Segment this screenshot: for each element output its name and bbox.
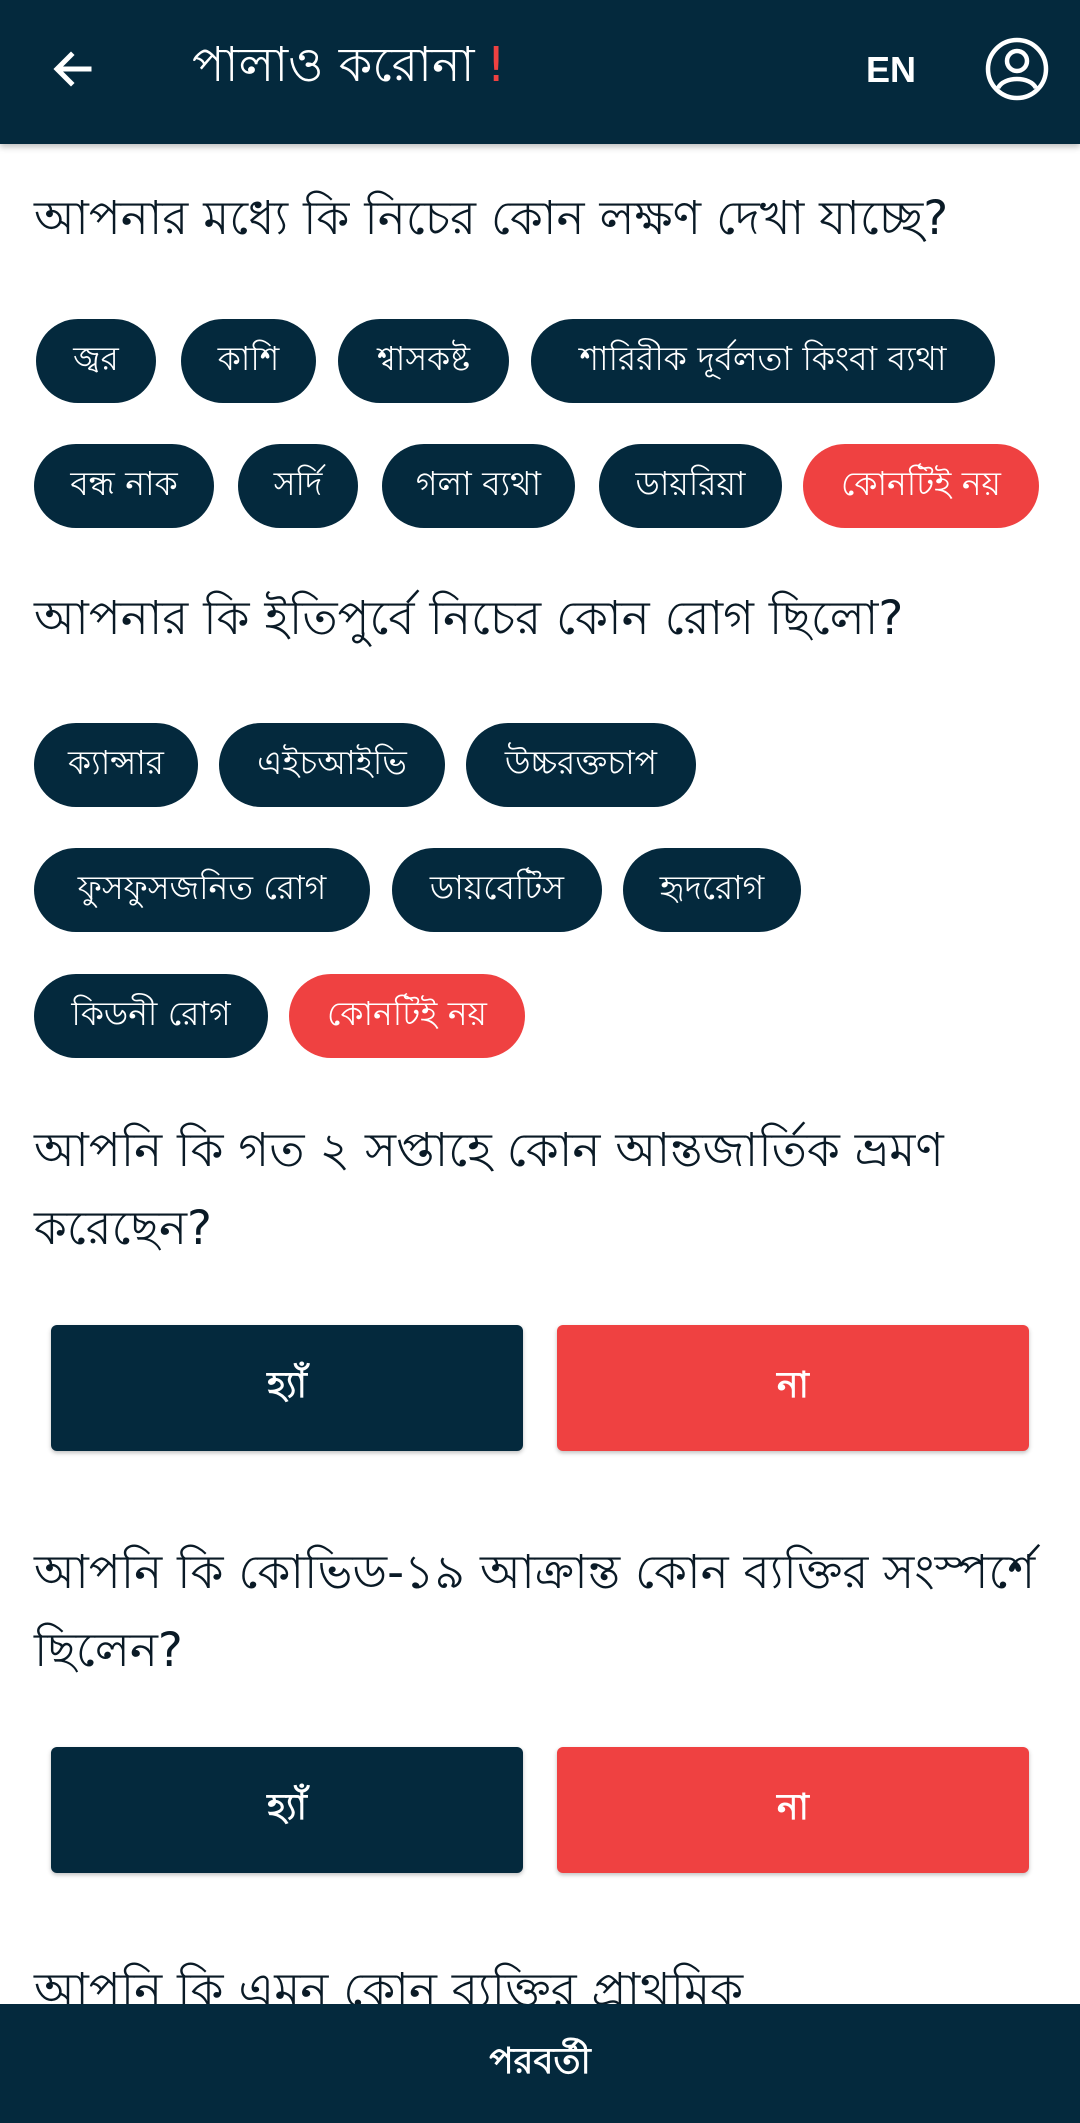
contact-no-button[interactable]: না bbox=[557, 1747, 1029, 1873]
chip-cough[interactable]: কাশি bbox=[181, 319, 316, 403]
app-title: পালাও করোনা! bbox=[192, 30, 506, 100]
travel-yes-button[interactable]: হ্যাঁ bbox=[51, 1325, 523, 1451]
chip-sore-throat[interactable]: গলা ব্যথা bbox=[382, 444, 575, 528]
chip-weakness[interactable]: শারিরীক দূর্বলতা কিংবা ব্যথা bbox=[531, 319, 995, 403]
next-button[interactable]: পরবর্তী bbox=[0, 2004, 1080, 2123]
chip-hiv[interactable]: এইচআইভি bbox=[219, 723, 445, 807]
app-title-text: পালাও করোনা bbox=[192, 37, 475, 93]
chip-fever[interactable]: জ্বর bbox=[36, 319, 156, 403]
app-bar: পালাও করোনা! EN bbox=[0, 0, 1080, 144]
chip-cancer[interactable]: ক্যান্সার bbox=[34, 723, 198, 807]
chip-kidney-disease[interactable]: কিডনী রোগ bbox=[34, 974, 268, 1058]
chip-cold[interactable]: সর্দি bbox=[238, 444, 358, 528]
question-primary-contact: আপনি কি এমন কোন ব্যক্তির প্রাথমিক bbox=[34, 1963, 744, 2004]
chip-stuffy-nose[interactable]: বন্ধ নাক bbox=[34, 444, 214, 528]
account-circle-icon bbox=[985, 37, 1049, 101]
question-contact: আপনি কি কোভিড-১৯ আক্রান্ত কোন ব্যক্তির স… bbox=[34, 1545, 1036, 1678]
chip-lung-disease[interactable]: ফুসফুসজনিত রোগ bbox=[34, 848, 370, 932]
app-title-mark: ! bbox=[486, 37, 506, 93]
question-symptoms: আপনার মধ্যে কি নিচের কোন লক্ষণ দেখা যাচ্… bbox=[34, 191, 949, 246]
question-travel: আপনি কি গত ২ সপ্তাহে কোন আন্তজার্তিক ভ্র… bbox=[34, 1123, 944, 1256]
back-button[interactable] bbox=[40, 34, 106, 104]
chip-hypertension[interactable]: উচ্চরক্তচাপ bbox=[466, 723, 696, 807]
travel-no-button[interactable]: না bbox=[557, 1325, 1029, 1451]
questionnaire[interactable]: আপনার মধ্যে কি নিচের কোন লক্ষণ দেখা যাচ্… bbox=[0, 144, 1080, 2004]
question-conditions: আপনার কি ইতিপুর্বে নিচের কোন রোগ ছিলো? bbox=[34, 591, 904, 646]
profile-button[interactable] bbox=[984, 36, 1050, 102]
chip-none-conditions[interactable]: কোনটিই নয় bbox=[289, 974, 525, 1058]
contact-yes-button[interactable]: হ্যাঁ bbox=[51, 1747, 523, 1873]
chip-breathing[interactable]: শ্বাসকষ্ট bbox=[338, 319, 509, 403]
chip-none-symptoms[interactable]: কোনটিই নয় bbox=[803, 444, 1039, 528]
language-toggle[interactable]: EN bbox=[866, 40, 916, 100]
chip-diarrhea[interactable]: ডায়রিয়া bbox=[599, 444, 782, 528]
arrow-left-icon bbox=[53, 51, 92, 87]
chip-heart-disease[interactable]: হৃদরোগ bbox=[623, 848, 801, 932]
chip-diabetes[interactable]: ডায়বেটিস bbox=[392, 848, 602, 932]
